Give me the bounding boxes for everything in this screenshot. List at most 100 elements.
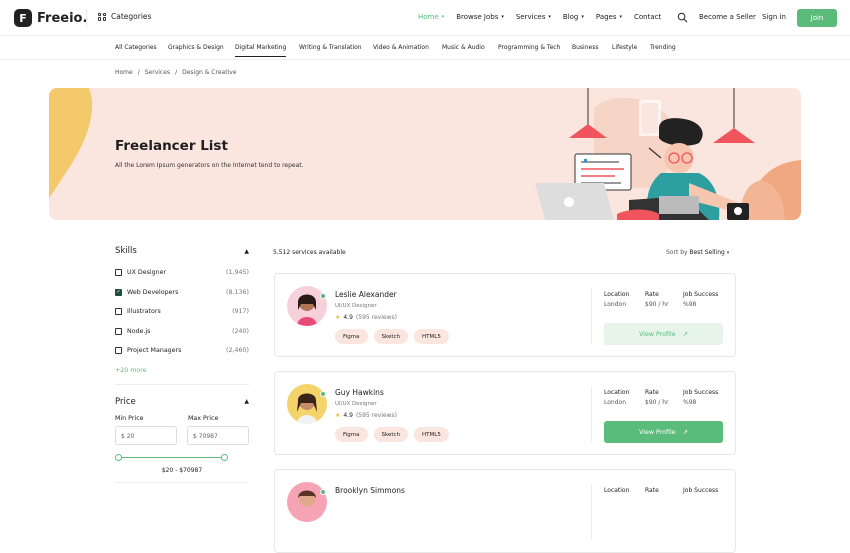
rate-label: Rate	[645, 389, 659, 396]
max-price-input[interactable]: $ 70987	[187, 425, 249, 445]
job-success-label: Job Success	[683, 487, 719, 494]
job-success-value: %98	[683, 399, 697, 406]
skill-project-managers[interactable]: Project Managers (2,460)	[115, 341, 249, 361]
slider-min-handle[interactable]	[115, 453, 122, 461]
tag[interactable]: Figma	[335, 427, 368, 442]
skill-tags: Figma Sketch HTML5	[335, 427, 449, 442]
become-seller-link[interactable]: Become a Seller	[699, 13, 756, 21]
sort-value: Best Selling	[689, 249, 725, 256]
results-count: 5,512 services available	[273, 249, 346, 256]
freelancer-card[interactable]: Leslie Alexander UI/UX Designer ★ 4.9 (5…	[274, 273, 736, 357]
view-profile-label: View Profile	[639, 428, 676, 436]
location-label: Location	[604, 389, 630, 396]
nav-blog[interactable]: Blog ▾	[563, 13, 584, 21]
chevron-down-icon: ▾	[726, 250, 730, 256]
subnav-all-categories[interactable]: All Categories	[115, 44, 157, 51]
logo[interactable]: F Freeio.	[14, 9, 87, 27]
skill-label: Node.js	[127, 327, 151, 335]
subnav-graphics-design[interactable]: Graphics & Design	[168, 44, 224, 51]
view-profile-button[interactable]: View Profile ↗	[604, 323, 723, 345]
logo-mark-icon: F	[14, 9, 32, 27]
subnav-business[interactable]: Business	[572, 44, 598, 51]
freelancer-card[interactable]: Guy Hawkins UI/UX Designer ★ 4.9 (595 re…	[274, 371, 736, 455]
min-price-label: Min Price	[115, 414, 144, 422]
tag[interactable]: Figma	[335, 329, 368, 344]
tag[interactable]: HTML5	[414, 427, 449, 442]
nav-home[interactable]: Home ▾	[418, 13, 444, 21]
freelancer-card[interactable]: Brooklyn Simmons Location Rate Job Succe…	[274, 469, 736, 553]
breadcrumb-services[interactable]: Services	[145, 69, 170, 76]
freelancer-name[interactable]: Leslie Alexander	[335, 290, 397, 299]
subnav-writing-translation[interactable]: Writing & Translation	[299, 44, 362, 51]
max-price-label: Max Price	[188, 414, 219, 422]
price-range-text: $20 - $70987	[161, 466, 203, 474]
price-range-slider[interactable]	[115, 453, 249, 463]
min-price-input[interactable]: $ 20	[115, 425, 177, 445]
category-subnav: All Categories Graphics & Design Digital…	[0, 36, 850, 60]
nav-browse-jobs[interactable]: Browse Jobs ▾	[456, 13, 504, 21]
divider	[591, 386, 592, 442]
checkbox[interactable]	[115, 308, 122, 316]
categories-label: Categories	[111, 12, 152, 21]
tag[interactable]: HTML5	[414, 329, 449, 344]
skill-count: (8,136)	[226, 288, 249, 296]
skill-count: (1,945)	[226, 269, 249, 277]
arrow-up-right-icon: ↗	[682, 330, 688, 338]
avatar[interactable]	[287, 384, 327, 424]
avatar[interactable]	[287, 286, 327, 326]
skill-count: (240)	[232, 327, 249, 335]
nav-services[interactable]: Services ▾	[516, 13, 551, 21]
skills-header[interactable]: Skills ▲	[115, 246, 249, 256]
checkbox[interactable]	[115, 269, 122, 277]
rate-label: Rate	[645, 487, 659, 494]
subnav-digital-marketing[interactable]: Digital Marketing	[235, 44, 287, 57]
price-header[interactable]: Price ▲	[115, 397, 249, 407]
skill-label: UX Designer	[127, 269, 167, 277]
skill-label: Illustrators	[127, 308, 161, 316]
subnav-video-animation[interactable]: Video & Animation	[373, 44, 429, 51]
freelancer-name[interactable]: Brooklyn Simmons	[335, 486, 405, 495]
chevron-down-icon: ▾	[619, 14, 623, 20]
tag[interactable]: Sketch	[373, 329, 409, 344]
nav-contact[interactable]: Contact	[634, 13, 661, 21]
online-status-dot	[320, 391, 326, 397]
subnav-music-audio[interactable]: Music & Audio	[442, 44, 485, 51]
nav-pages[interactable]: Pages ▾	[596, 13, 622, 21]
review-count: (595 reviews)	[355, 314, 397, 321]
arrow-up-right-icon: ↗	[682, 428, 688, 436]
tag[interactable]: Sketch	[373, 427, 409, 442]
subnav-trending[interactable]: Trending	[650, 44, 676, 51]
skill-illustrators[interactable]: Illustrators (917)	[115, 302, 249, 322]
checkbox-checked[interactable]: ✓	[115, 288, 122, 296]
logo-text: Freeio.	[37, 10, 88, 26]
more-skills-link[interactable]: +20 more	[115, 367, 249, 374]
star-icon: ★	[335, 412, 341, 419]
main-nav: Home ▾ Browse Jobs ▾ Services ▾ Blog ▾ Pages…	[418, 13, 661, 21]
slider-max-handle[interactable]	[221, 453, 228, 461]
sort-dropdown[interactable]: Sort by Best Selling ▾	[666, 249, 729, 256]
search-icon[interactable]	[677, 12, 688, 23]
location-value: London	[604, 399, 626, 406]
breadcrumb-home[interactable]: Home	[115, 69, 133, 76]
checkbox[interactable]	[115, 327, 122, 335]
skill-ux-designer[interactable]: UX Designer (1,945)	[115, 263, 249, 283]
subnav-lifestyle[interactable]: Lifestyle	[612, 44, 637, 51]
skill-label: Project Managers	[127, 347, 182, 355]
skill-web-developers[interactable]: ✓ Web Developers (8,136)	[115, 283, 249, 303]
join-button[interactable]: Join	[797, 9, 837, 27]
checkbox[interactable]	[115, 347, 122, 355]
job-success-label: Job Success	[683, 389, 719, 396]
sign-in-link[interactable]: Sign in	[762, 13, 786, 21]
categories-button[interactable]: Categories	[98, 12, 151, 21]
skill-count: (917)	[232, 308, 249, 316]
avatar[interactable]	[287, 482, 327, 522]
rating-value: 4.9	[343, 314, 353, 321]
subnav-programming-tech[interactable]: Programming & Tech	[498, 44, 560, 51]
skill-nodejs[interactable]: Node.js (240)	[115, 322, 249, 342]
location-label: Location	[604, 487, 630, 494]
online-status-dot	[320, 293, 326, 299]
breadcrumb-current: Design & Creative	[182, 69, 237, 76]
view-profile-button[interactable]: View Profile ↗	[604, 421, 723, 443]
divider	[86, 9, 87, 27]
freelancer-name[interactable]: Guy Hawkins	[335, 388, 384, 397]
